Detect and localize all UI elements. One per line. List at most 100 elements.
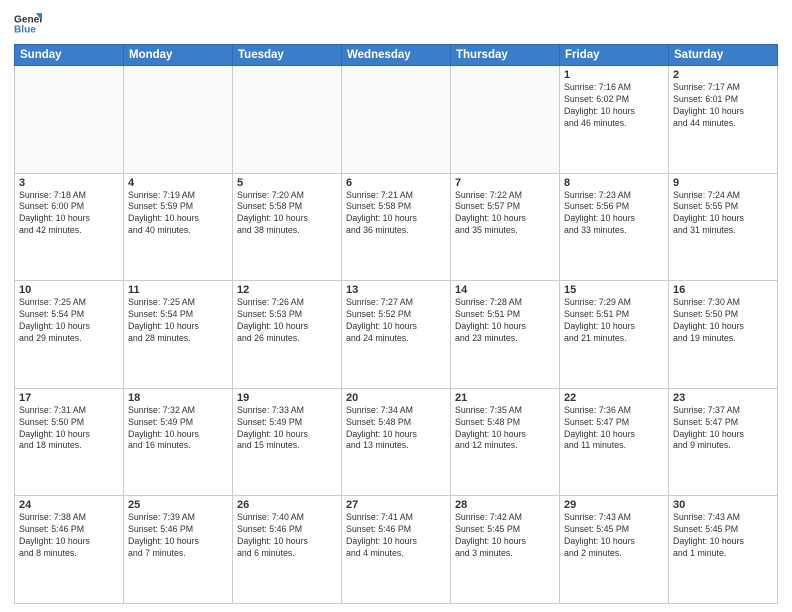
calendar-table: SundayMondayTuesdayWednesdayThursdayFrid… [14,44,778,604]
day-number: 25 [128,499,228,511]
logo-icon: General Blue [14,10,42,38]
day-info: Sunrise: 7:19 AM Sunset: 5:59 PM Dayligh… [128,190,228,238]
day-number: 9 [673,177,773,189]
day-number: 4 [128,177,228,189]
day-number: 8 [564,177,664,189]
week-row-2: 10Sunrise: 7:25 AM Sunset: 5:54 PM Dayli… [15,281,778,389]
day-cell: 7Sunrise: 7:22 AM Sunset: 5:57 PM Daylig… [451,173,560,281]
header-cell-tuesday: Tuesday [233,45,342,66]
header-cell-wednesday: Wednesday [342,45,451,66]
day-number: 10 [19,284,119,296]
day-cell: 17Sunrise: 7:31 AM Sunset: 5:50 PM Dayli… [15,388,124,496]
day-number: 7 [455,177,555,189]
day-number: 23 [673,392,773,404]
day-number: 15 [564,284,664,296]
day-cell: 13Sunrise: 7:27 AM Sunset: 5:52 PM Dayli… [342,281,451,389]
day-number: 13 [346,284,446,296]
day-cell: 4Sunrise: 7:19 AM Sunset: 5:59 PM Daylig… [124,173,233,281]
day-number: 29 [564,499,664,511]
day-cell: 30Sunrise: 7:43 AM Sunset: 5:45 PM Dayli… [669,496,778,604]
day-info: Sunrise: 7:35 AM Sunset: 5:48 PM Dayligh… [455,405,555,453]
day-number: 18 [128,392,228,404]
day-number: 2 [673,69,773,81]
day-cell: 3Sunrise: 7:18 AM Sunset: 6:00 PM Daylig… [15,173,124,281]
page: General Blue SundayMondayTuesdayWednesda… [0,0,792,612]
day-cell: 11Sunrise: 7:25 AM Sunset: 5:54 PM Dayli… [124,281,233,389]
day-cell: 8Sunrise: 7:23 AM Sunset: 5:56 PM Daylig… [560,173,669,281]
day-info: Sunrise: 7:32 AM Sunset: 5:49 PM Dayligh… [128,405,228,453]
day-cell: 18Sunrise: 7:32 AM Sunset: 5:49 PM Dayli… [124,388,233,496]
week-row-1: 3Sunrise: 7:18 AM Sunset: 6:00 PM Daylig… [15,173,778,281]
day-cell: 6Sunrise: 7:21 AM Sunset: 5:58 PM Daylig… [342,173,451,281]
day-info: Sunrise: 7:39 AM Sunset: 5:46 PM Dayligh… [128,512,228,560]
day-number: 22 [564,392,664,404]
day-number: 17 [19,392,119,404]
day-info: Sunrise: 7:43 AM Sunset: 5:45 PM Dayligh… [564,512,664,560]
day-number: 21 [455,392,555,404]
day-info: Sunrise: 7:18 AM Sunset: 6:00 PM Dayligh… [19,190,119,238]
day-info: Sunrise: 7:25 AM Sunset: 5:54 PM Dayligh… [128,297,228,345]
day-number: 6 [346,177,446,189]
day-cell: 5Sunrise: 7:20 AM Sunset: 5:58 PM Daylig… [233,173,342,281]
day-info: Sunrise: 7:36 AM Sunset: 5:47 PM Dayligh… [564,405,664,453]
day-info: Sunrise: 7:20 AM Sunset: 5:58 PM Dayligh… [237,190,337,238]
day-number: 24 [19,499,119,511]
day-cell: 10Sunrise: 7:25 AM Sunset: 5:54 PM Dayli… [15,281,124,389]
day-info: Sunrise: 7:26 AM Sunset: 5:53 PM Dayligh… [237,297,337,345]
day-info: Sunrise: 7:25 AM Sunset: 5:54 PM Dayligh… [19,297,119,345]
day-cell [233,66,342,174]
day-cell: 21Sunrise: 7:35 AM Sunset: 5:48 PM Dayli… [451,388,560,496]
day-info: Sunrise: 7:21 AM Sunset: 5:58 PM Dayligh… [346,190,446,238]
header-cell-monday: Monday [124,45,233,66]
day-cell: 1Sunrise: 7:16 AM Sunset: 6:02 PM Daylig… [560,66,669,174]
day-info: Sunrise: 7:27 AM Sunset: 5:52 PM Dayligh… [346,297,446,345]
day-number: 19 [237,392,337,404]
day-cell: 29Sunrise: 7:43 AM Sunset: 5:45 PM Dayli… [560,496,669,604]
day-cell: 26Sunrise: 7:40 AM Sunset: 5:46 PM Dayli… [233,496,342,604]
day-number: 27 [346,499,446,511]
day-cell: 12Sunrise: 7:26 AM Sunset: 5:53 PM Dayli… [233,281,342,389]
day-info: Sunrise: 7:28 AM Sunset: 5:51 PM Dayligh… [455,297,555,345]
day-number: 26 [237,499,337,511]
header-cell-friday: Friday [560,45,669,66]
day-info: Sunrise: 7:38 AM Sunset: 5:46 PM Dayligh… [19,512,119,560]
day-cell: 2Sunrise: 7:17 AM Sunset: 6:01 PM Daylig… [669,66,778,174]
header-cell-sunday: Sunday [15,45,124,66]
day-number: 20 [346,392,446,404]
day-cell: 20Sunrise: 7:34 AM Sunset: 5:48 PM Dayli… [342,388,451,496]
day-cell: 24Sunrise: 7:38 AM Sunset: 5:46 PM Dayli… [15,496,124,604]
day-number: 16 [673,284,773,296]
day-cell: 28Sunrise: 7:42 AM Sunset: 5:45 PM Dayli… [451,496,560,604]
day-info: Sunrise: 7:31 AM Sunset: 5:50 PM Dayligh… [19,405,119,453]
day-info: Sunrise: 7:33 AM Sunset: 5:49 PM Dayligh… [237,405,337,453]
day-number: 28 [455,499,555,511]
day-info: Sunrise: 7:42 AM Sunset: 5:45 PM Dayligh… [455,512,555,560]
day-number: 5 [237,177,337,189]
day-number: 12 [237,284,337,296]
day-info: Sunrise: 7:37 AM Sunset: 5:47 PM Dayligh… [673,405,773,453]
day-info: Sunrise: 7:17 AM Sunset: 6:01 PM Dayligh… [673,82,773,130]
day-number: 11 [128,284,228,296]
day-cell [124,66,233,174]
day-cell: 19Sunrise: 7:33 AM Sunset: 5:49 PM Dayli… [233,388,342,496]
day-info: Sunrise: 7:23 AM Sunset: 5:56 PM Dayligh… [564,190,664,238]
day-cell: 22Sunrise: 7:36 AM Sunset: 5:47 PM Dayli… [560,388,669,496]
day-info: Sunrise: 7:22 AM Sunset: 5:57 PM Dayligh… [455,190,555,238]
day-number: 30 [673,499,773,511]
day-info: Sunrise: 7:41 AM Sunset: 5:46 PM Dayligh… [346,512,446,560]
day-cell [451,66,560,174]
day-cell: 23Sunrise: 7:37 AM Sunset: 5:47 PM Dayli… [669,388,778,496]
week-row-3: 17Sunrise: 7:31 AM Sunset: 5:50 PM Dayli… [15,388,778,496]
header: General Blue [14,10,778,38]
week-row-0: 1Sunrise: 7:16 AM Sunset: 6:02 PM Daylig… [15,66,778,174]
header-cell-thursday: Thursday [451,45,560,66]
day-cell: 16Sunrise: 7:30 AM Sunset: 5:50 PM Dayli… [669,281,778,389]
day-cell: 15Sunrise: 7:29 AM Sunset: 5:51 PM Dayli… [560,281,669,389]
day-info: Sunrise: 7:29 AM Sunset: 5:51 PM Dayligh… [564,297,664,345]
day-cell: 25Sunrise: 7:39 AM Sunset: 5:46 PM Dayli… [124,496,233,604]
day-cell: 14Sunrise: 7:28 AM Sunset: 5:51 PM Dayli… [451,281,560,389]
day-info: Sunrise: 7:40 AM Sunset: 5:46 PM Dayligh… [237,512,337,560]
logo: General Blue [14,10,42,38]
day-info: Sunrise: 7:30 AM Sunset: 5:50 PM Dayligh… [673,297,773,345]
day-info: Sunrise: 7:16 AM Sunset: 6:02 PM Dayligh… [564,82,664,130]
